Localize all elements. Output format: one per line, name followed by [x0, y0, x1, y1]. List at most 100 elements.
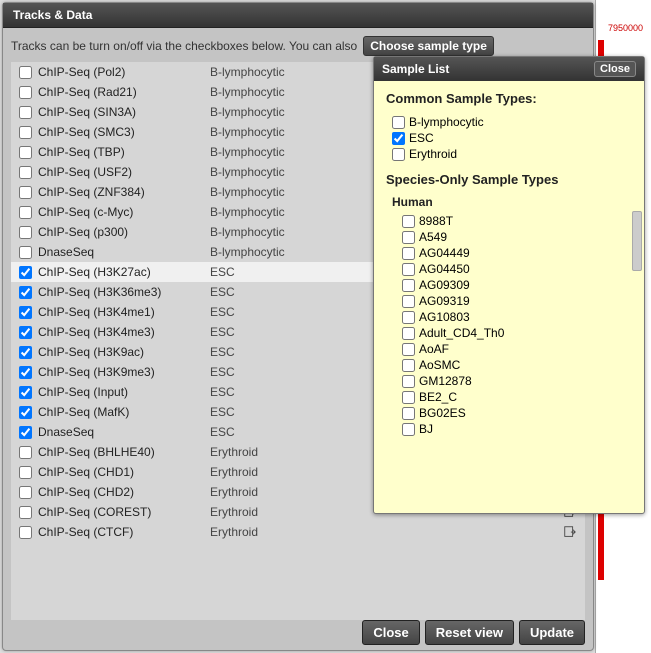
- track-checkbox[interactable]: [19, 346, 32, 359]
- sample-checkbox[interactable]: [402, 295, 415, 308]
- sample-panel-title: Sample List: [382, 62, 449, 76]
- reset-view-button[interactable]: Reset view: [425, 620, 514, 645]
- sample-checkbox[interactable]: [392, 132, 405, 145]
- track-row[interactable]: ChIP-Seq (CTCF)Erythroid: [11, 522, 585, 542]
- instructions-row: Tracks can be turn on/off via the checkb…: [11, 36, 585, 56]
- sample-label: AoSMC: [419, 358, 460, 372]
- sample-checkbox[interactable]: [402, 263, 415, 276]
- track-name-label: ChIP-Seq (USF2): [38, 165, 210, 179]
- sample-item[interactable]: 8988T: [386, 213, 632, 229]
- track-checkbox[interactable]: [19, 446, 32, 459]
- track-checkbox[interactable]: [19, 526, 32, 539]
- sample-item[interactable]: AoSMC: [386, 357, 632, 373]
- sample-item[interactable]: GM12878: [386, 373, 632, 389]
- track-name-label: ChIP-Seq (H3K36me3): [38, 285, 210, 299]
- track-checkbox[interactable]: [19, 426, 32, 439]
- sample-item[interactable]: B-lymphocytic: [386, 114, 632, 130]
- track-checkbox[interactable]: [19, 326, 32, 339]
- sample-list-panel: Sample List Close Common Sample Types: B…: [373, 56, 645, 514]
- sample-checkbox[interactable]: [402, 311, 415, 324]
- sample-item[interactable]: AoAF: [386, 341, 632, 357]
- sample-close-button[interactable]: Close: [594, 61, 636, 77]
- species-sample-list: 8988TA549AG04449AG04450AG09309AG09319AG1…: [386, 213, 632, 437]
- sample-checkbox[interactable]: [402, 375, 415, 388]
- sample-label: AG04449: [419, 246, 470, 260]
- track-name-label: ChIP-Seq (c-Myc): [38, 205, 210, 219]
- sample-item[interactable]: AG09309: [386, 277, 632, 293]
- track-checkbox[interactable]: [19, 86, 32, 99]
- track-checkbox[interactable]: [19, 226, 32, 239]
- track-checkbox[interactable]: [19, 266, 32, 279]
- track-name-label: ChIP-Seq (CHD1): [38, 465, 210, 479]
- sample-checkbox[interactable]: [402, 359, 415, 372]
- sample-item[interactable]: ESC: [386, 130, 632, 146]
- choose-sample-type-button[interactable]: Choose sample type: [363, 36, 494, 56]
- sample-checkbox[interactable]: [402, 343, 415, 356]
- sample-panel-body: Common Sample Types: B-lymphocyticESCEry…: [374, 81, 644, 511]
- sample-label: B-lymphocytic: [409, 115, 484, 129]
- track-name-label: DnaseSeq: [38, 245, 210, 259]
- track-checkbox[interactable]: [19, 366, 32, 379]
- sample-item[interactable]: BJ: [386, 421, 632, 437]
- track-checkbox[interactable]: [19, 506, 32, 519]
- track-checkbox[interactable]: [19, 66, 32, 79]
- track-checkbox[interactable]: [19, 486, 32, 499]
- sample-item[interactable]: Adult_CD4_Th0: [386, 325, 632, 341]
- sample-checkbox[interactable]: [402, 423, 415, 436]
- sample-item[interactable]: AG09319: [386, 293, 632, 309]
- track-name-label: ChIP-Seq (TBP): [38, 145, 210, 159]
- track-checkbox[interactable]: [19, 186, 32, 199]
- sample-label: 8988T: [419, 214, 453, 228]
- sample-item[interactable]: AG10803: [386, 309, 632, 325]
- track-name-label: ChIP-Seq (p300): [38, 225, 210, 239]
- scrollbar-indicator[interactable]: [632, 211, 642, 271]
- sample-label: ESC: [409, 131, 434, 145]
- sample-item[interactable]: A549: [386, 229, 632, 245]
- sample-label: BJ: [419, 422, 433, 436]
- sample-checkbox[interactable]: [392, 116, 405, 129]
- track-name-label: ChIP-Seq (MafK): [38, 405, 210, 419]
- sample-label: Adult_CD4_Th0: [419, 326, 504, 340]
- sample-checkbox[interactable]: [402, 391, 415, 404]
- track-checkbox[interactable]: [19, 146, 32, 159]
- track-name-label: ChIP-Seq (H3K27ac): [38, 265, 210, 279]
- sample-item[interactable]: AG04450: [386, 261, 632, 277]
- sample-checkbox[interactable]: [402, 215, 415, 228]
- track-action-icon[interactable]: [563, 525, 581, 539]
- track-name-label: ChIP-Seq (ZNF384): [38, 185, 210, 199]
- sample-checkbox[interactable]: [402, 231, 415, 244]
- track-checkbox[interactable]: [19, 246, 32, 259]
- track-name-label: ChIP-Seq (H3K9me3): [38, 365, 210, 379]
- sample-checkbox[interactable]: [402, 327, 415, 340]
- sample-item[interactable]: Erythroid: [386, 146, 632, 162]
- close-button[interactable]: Close: [362, 620, 419, 645]
- track-type-label: Erythroid: [210, 525, 561, 539]
- track-checkbox[interactable]: [19, 406, 32, 419]
- track-checkbox[interactable]: [19, 386, 32, 399]
- panel-footer: Close Reset view Update: [362, 620, 585, 645]
- track-checkbox[interactable]: [19, 286, 32, 299]
- instructions-text: Tracks can be turn on/off via the checkb…: [11, 39, 357, 53]
- track-name-label: ChIP-Seq (H3K9ac): [38, 345, 210, 359]
- bg-coord-label: 7950000: [608, 23, 643, 33]
- sample-checkbox[interactable]: [402, 279, 415, 292]
- track-checkbox[interactable]: [19, 166, 32, 179]
- track-name-label: ChIP-Seq (CHD2): [38, 485, 210, 499]
- track-checkbox[interactable]: [19, 126, 32, 139]
- sample-panel-header: Sample List Close: [374, 57, 644, 81]
- sample-item[interactable]: BG02ES: [386, 405, 632, 421]
- sample-label: BE2_C: [419, 390, 457, 404]
- track-checkbox[interactable]: [19, 466, 32, 479]
- track-checkbox[interactable]: [19, 306, 32, 319]
- update-button[interactable]: Update: [519, 620, 585, 645]
- sample-checkbox[interactable]: [402, 247, 415, 260]
- sample-checkbox[interactable]: [392, 148, 405, 161]
- track-name-label: ChIP-Seq (H3K4me1): [38, 305, 210, 319]
- sample-item[interactable]: AG04449: [386, 245, 632, 261]
- track-checkbox[interactable]: [19, 206, 32, 219]
- sample-item[interactable]: BE2_C: [386, 389, 632, 405]
- track-checkbox[interactable]: [19, 106, 32, 119]
- sample-label: Erythroid: [409, 147, 457, 161]
- sample-checkbox[interactable]: [402, 407, 415, 420]
- common-sample-list: B-lymphocytic ESC Erythroid: [386, 114, 632, 162]
